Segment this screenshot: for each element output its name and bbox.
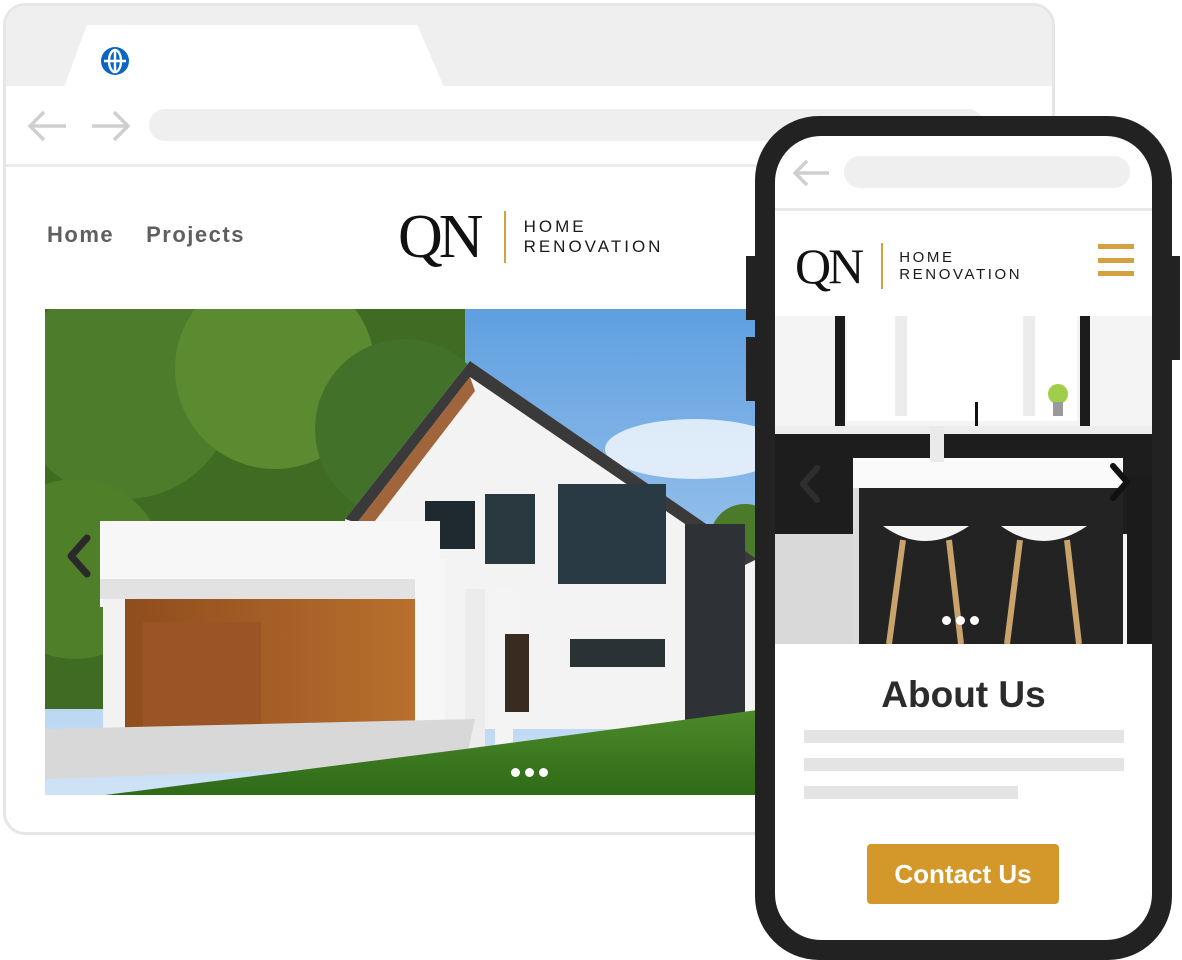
slider-dot[interactable]	[511, 768, 520, 777]
logo-text: HOME RENOVATION	[899, 249, 1022, 284]
slider-dots	[942, 616, 979, 625]
mobile-url-bar[interactable]	[844, 156, 1130, 188]
logo-line-2: RENOVATION	[899, 266, 1023, 283]
logo-line-1: HOME	[523, 217, 587, 237]
arrow-left-icon[interactable]	[26, 109, 68, 143]
logo-mark: QN	[795, 238, 864, 294]
slider-dots	[511, 768, 548, 777]
logo-line-1: HOME	[899, 248, 955, 266]
text-placeholder-line	[804, 786, 1018, 799]
logo-divider	[881, 243, 884, 289]
site-nav: Home Projects	[47, 222, 245, 248]
hamburger-menu-icon[interactable]	[1098, 244, 1134, 276]
chevron-left-icon[interactable]	[797, 464, 823, 504]
nav-home-link[interactable]: Home	[47, 222, 114, 248]
text-placeholder-line	[804, 758, 1124, 771]
logo-text: HOME RENOVATION	[524, 217, 664, 256]
hero-slider[interactable]	[45, 309, 765, 795]
contact-us-button[interactable]: Contact Us	[867, 844, 1059, 904]
globe-icon	[101, 47, 129, 75]
logo-mark: QN	[398, 203, 484, 271]
arrow-left-icon[interactable]	[791, 158, 831, 188]
mobile-screen: QN HOME RENOVATION About Us Contact Us	[775, 136, 1152, 940]
mobile-hero-slider[interactable]	[775, 316, 1152, 644]
site-logo[interactable]: QN HOME RENOVATION	[398, 206, 663, 268]
nav-projects-link[interactable]: Projects	[146, 222, 245, 248]
chevron-right-icon[interactable]	[1107, 462, 1133, 502]
about-heading: About Us	[881, 674, 1046, 715]
slider-dot[interactable]	[525, 768, 534, 777]
logo-divider	[503, 211, 506, 263]
slider-dot[interactable]	[970, 616, 979, 625]
hero-image-house	[45, 309, 765, 795]
logo-line-2: RENOVATION	[523, 237, 664, 256]
mobile-browser-toolbar	[775, 136, 1152, 211]
chevron-left-icon[interactable]	[63, 534, 93, 578]
mobile-phone-frame: QN HOME RENOVATION About Us Contact Us	[755, 116, 1172, 960]
slider-dot[interactable]	[956, 616, 965, 625]
hero-image-kitchen	[775, 316, 1152, 644]
slider-dot[interactable]	[539, 768, 548, 777]
text-placeholder-line	[804, 730, 1124, 743]
mobile-site-logo[interactable]: QN HOME RENOVATION	[795, 240, 1022, 292]
arrow-right-icon[interactable]	[90, 109, 132, 143]
slider-dot[interactable]	[942, 616, 951, 625]
